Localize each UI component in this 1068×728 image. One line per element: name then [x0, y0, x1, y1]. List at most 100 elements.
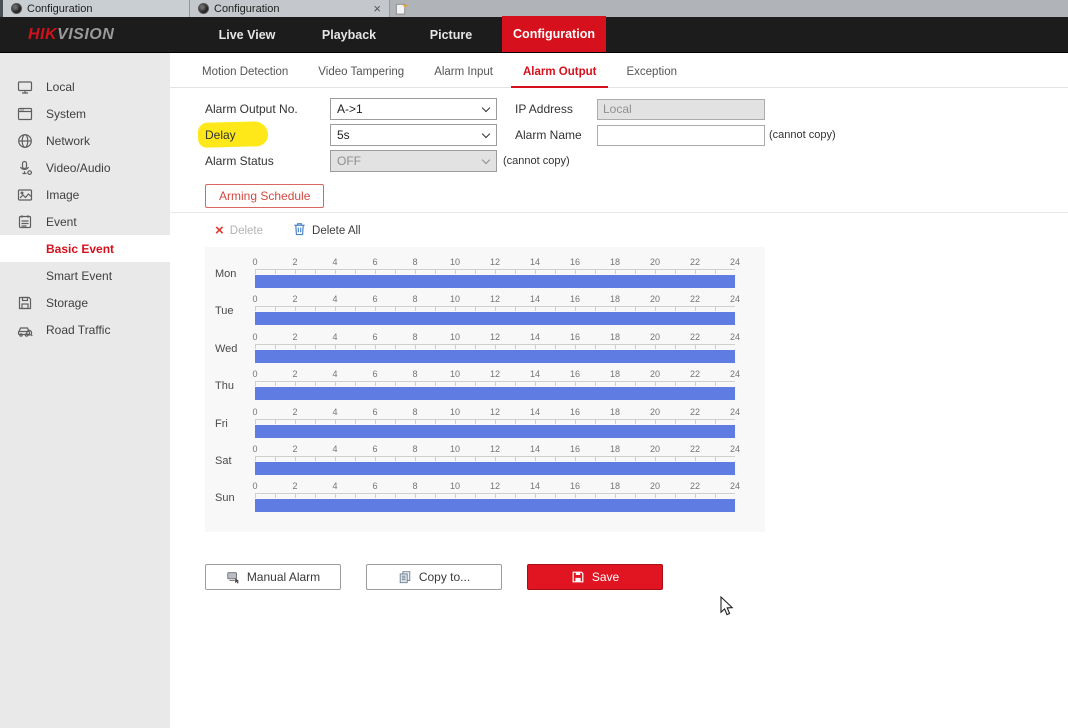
- chevron-down-icon: [482, 130, 490, 138]
- tab-motion-detection[interactable]: Motion Detection: [190, 63, 300, 87]
- event-icon: [17, 214, 33, 230]
- sidebar-item-label: Basic Event: [46, 242, 114, 256]
- browser-tab-2[interactable]: Configuration ×: [190, 0, 390, 17]
- sidebar-item-basic-event[interactable]: Basic Event: [0, 235, 170, 262]
- hour-ticks: [255, 419, 735, 424]
- copy-to-label: Copy to...: [419, 570, 470, 584]
- schedule-row-mon: Mon 024681012141618202224: [205, 255, 765, 292]
- browser-tab-1[interactable]: Configuration: [3, 0, 190, 17]
- section-divider: [170, 212, 1068, 213]
- mouse-cursor: [720, 596, 735, 622]
- arming-schedule-grid: Mon 024681012141618202224 Tue 0246810121…: [205, 247, 765, 532]
- hour-ruler: 024681012141618202224: [255, 481, 735, 493]
- sidebar-item-road-traffic[interactable]: Road Traffic: [0, 316, 170, 343]
- globe-icon: [17, 133, 33, 149]
- tab-video-tampering[interactable]: Video Tampering: [306, 63, 416, 87]
- save-button[interactable]: Save: [527, 564, 663, 590]
- schedule-bar[interactable]: [255, 499, 735, 512]
- main-content: Motion Detection Video Tampering Alarm I…: [170, 53, 1068, 728]
- hour-ticks: [255, 381, 735, 386]
- schedule-bar[interactable]: [255, 425, 735, 438]
- delay-label-highlighted: Delay: [205, 128, 236, 142]
- alarm-status-select: OFF: [330, 150, 497, 172]
- schedule-toolbar: × Delete Delete All: [215, 222, 1068, 239]
- schedule-bar[interactable]: [255, 350, 735, 363]
- schedule-bar[interactable]: [255, 312, 735, 325]
- day-label: Mon: [205, 255, 255, 292]
- tab-exception[interactable]: Exception: [614, 63, 689, 87]
- logo-hik: HIK: [28, 26, 57, 44]
- sidebar-item-system[interactable]: System: [0, 100, 170, 127]
- sidebar-item-storage[interactable]: Storage: [0, 289, 170, 316]
- sidebar-item-label: Road Traffic: [46, 323, 110, 337]
- road-traffic-icon: [17, 322, 33, 338]
- alarm-status-label: Alarm Status: [205, 154, 330, 168]
- camera-favicon: [198, 3, 209, 14]
- alarm-output-form: Alarm Output No. A->1 IP Address Delay 5…: [170, 88, 1068, 174]
- tab-alarm-input[interactable]: Alarm Input: [422, 63, 505, 87]
- day-label: Sun: [205, 479, 255, 516]
- sidebar-item-smart-event[interactable]: Smart Event: [0, 262, 170, 289]
- chevron-down-icon: [482, 156, 490, 164]
- image-icon: [17, 187, 33, 203]
- alarm-status-value: OFF: [337, 154, 361, 168]
- day-label: Thu: [205, 367, 255, 404]
- hour-ruler: 024681012141618202224: [255, 257, 735, 269]
- ip-address-field: [597, 99, 765, 120]
- alarm-output-no-label: Alarm Output No.: [205, 102, 330, 116]
- camera-favicon: [11, 3, 22, 14]
- audio-icon: [17, 160, 33, 176]
- hour-ticks: [255, 344, 735, 349]
- nav-playback[interactable]: Playback: [298, 17, 400, 52]
- delete-button[interactable]: × Delete: [215, 225, 263, 237]
- tab-alarm-output[interactable]: Alarm Output: [511, 63, 608, 88]
- copy-to-button[interactable]: Copy to...: [366, 564, 502, 590]
- alarm-output-no-select[interactable]: A->1: [330, 98, 497, 120]
- hikvision-logo: HIKVISION: [0, 17, 170, 52]
- alarm-output-no-value: A->1: [337, 102, 363, 116]
- sidebar-item-label: Storage: [46, 296, 88, 310]
- schedule-bar[interactable]: [255, 275, 735, 288]
- sidebar-item-label: Event: [46, 215, 77, 229]
- save-icon: [571, 570, 585, 584]
- hikvision-configuration-window: Configuration Configuration × HIKVISION …: [0, 0, 1068, 728]
- hour-ruler: 024681012141618202224: [255, 369, 735, 381]
- cannot-copy-note: (cannot copy): [503, 155, 570, 167]
- new-tab-button[interactable]: [390, 0, 412, 17]
- schedule-bar[interactable]: [255, 462, 735, 475]
- alarm-name-field[interactable]: [597, 125, 765, 146]
- sidebar: Local System Network Video/Audio Image E…: [0, 53, 170, 728]
- sidebar-item-event[interactable]: Event: [0, 208, 170, 235]
- new-tab-icon: [395, 2, 408, 15]
- manual-alarm-button[interactable]: Manual Alarm: [205, 564, 341, 590]
- sidebar-item-video-audio[interactable]: Video/Audio: [0, 154, 170, 181]
- storage-icon: [17, 295, 33, 311]
- nav-picture[interactable]: Picture: [400, 17, 502, 52]
- delay-label: Delay: [205, 128, 330, 142]
- sidebar-item-local[interactable]: Local: [0, 73, 170, 100]
- browser-tab-title: Configuration: [214, 3, 368, 15]
- nav-configuration[interactable]: Configuration: [502, 16, 606, 52]
- delete-x-icon: ×: [215, 225, 224, 237]
- event-tabs: Motion Detection Video Tampering Alarm I…: [170, 53, 1068, 88]
- sidebar-item-network[interactable]: Network: [0, 127, 170, 154]
- schedule-row-sun: Sun 024681012141618202224: [205, 479, 765, 516]
- schedule-bar[interactable]: [255, 387, 735, 400]
- arming-schedule-button[interactable]: Arming Schedule: [205, 184, 324, 208]
- delay-select[interactable]: 5s: [330, 124, 497, 146]
- monitor-icon: [17, 79, 33, 95]
- hour-ticks: [255, 493, 735, 498]
- hour-ticks: [255, 306, 735, 311]
- schedule-row-thu: Thu 024681012141618202224: [205, 367, 765, 404]
- hour-ruler: 024681012141618202224: [255, 294, 735, 306]
- hour-ruler: 024681012141618202224: [255, 444, 735, 456]
- manual-alarm-icon: [226, 570, 240, 584]
- nav-live-view[interactable]: Live View: [196, 17, 298, 52]
- browser-tab-strip: Configuration Configuration ×: [0, 0, 1068, 17]
- ip-address-label: IP Address: [515, 102, 597, 116]
- system-icon: [17, 106, 33, 122]
- sidebar-item-image[interactable]: Image: [0, 181, 170, 208]
- delete-all-button[interactable]: Delete All: [293, 222, 361, 239]
- hour-ticks: [255, 269, 735, 274]
- close-icon[interactable]: ×: [373, 3, 381, 14]
